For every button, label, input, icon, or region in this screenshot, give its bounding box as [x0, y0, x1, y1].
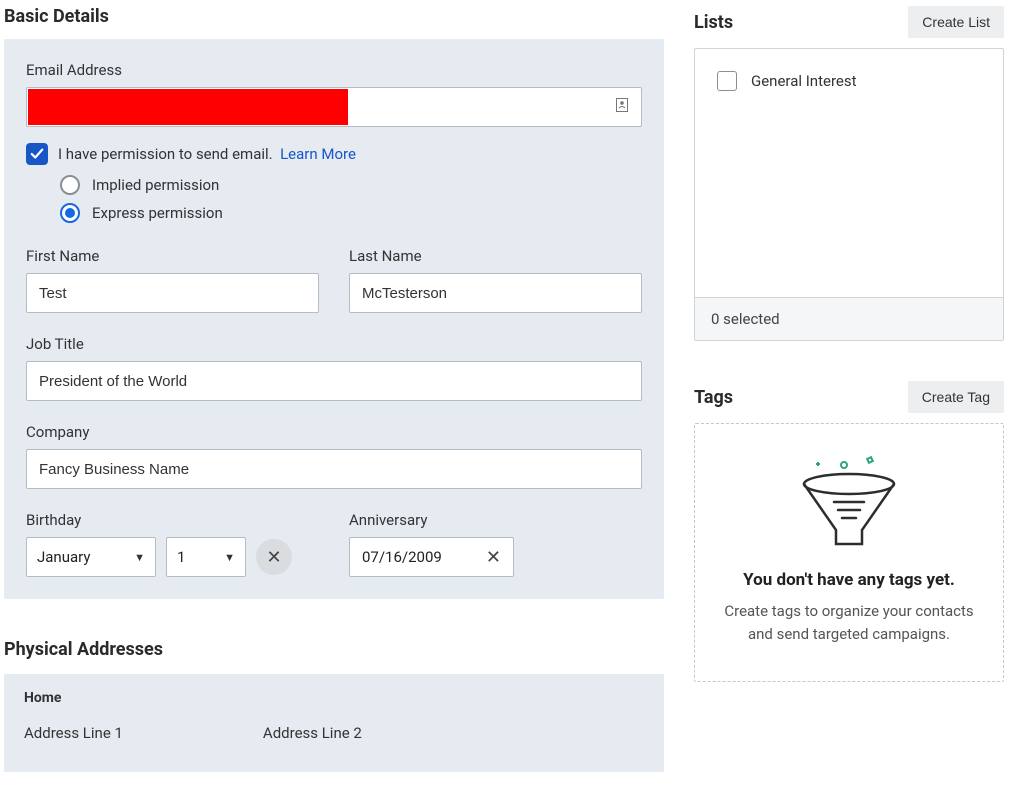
lists-selected-count: 0 selected: [695, 297, 1003, 340]
lists-title: Lists: [694, 12, 733, 33]
chevron-down-icon: ▼: [224, 551, 235, 564]
basic-details-panel: Email Address I have permission to send …: [4, 39, 664, 599]
email-input[interactable]: [26, 87, 642, 127]
chevron-down-icon: ▼: [134, 551, 145, 564]
job-title-input[interactable]: [26, 361, 642, 401]
address-line-1-label: Address Line 1: [24, 724, 123, 742]
implied-permission-radio[interactable]: [60, 175, 80, 195]
company-label: Company: [26, 423, 642, 441]
learn-more-link[interactable]: Learn More: [280, 145, 356, 163]
funnel-icon: [794, 452, 904, 552]
physical-addresses-title: Physical Addresses: [4, 639, 664, 660]
create-list-button[interactable]: Create List: [908, 6, 1004, 38]
lists-box: General Interest 0 selected: [694, 48, 1004, 341]
contact-card-icon: [616, 98, 628, 116]
basic-details-title: Basic Details: [4, 6, 664, 27]
list-item-checkbox[interactable]: [717, 71, 737, 91]
physical-addresses-panel: Home Address Line 1 Address Line 2: [4, 674, 664, 772]
anniversary-label: Anniversary: [349, 511, 642, 529]
last-name-input[interactable]: [349, 273, 642, 313]
home-address-label: Home: [24, 690, 644, 706]
birthday-label: Birthday: [26, 511, 319, 529]
express-permission-label: Express permission: [92, 204, 223, 222]
first-name-label: First Name: [26, 247, 319, 265]
clear-anniversary-icon[interactable]: ✕: [486, 547, 501, 568]
tags-empty-title: You don't have any tags yet.: [721, 570, 977, 590]
list-item[interactable]: General Interest: [717, 71, 981, 91]
email-label: Email Address: [26, 61, 642, 79]
clear-birthday-button[interactable]: ✕: [256, 539, 292, 575]
create-tag-button[interactable]: Create Tag: [908, 381, 1004, 413]
express-permission-radio[interactable]: [60, 203, 80, 223]
address-line-2-label: Address Line 2: [263, 724, 362, 742]
job-title-label: Job Title: [26, 335, 642, 353]
last-name-label: Last Name: [349, 247, 642, 265]
implied-permission-label: Implied permission: [92, 176, 219, 194]
list-item-label: General Interest: [751, 72, 857, 90]
company-input[interactable]: [26, 449, 642, 489]
anniversary-input[interactable]: 07/16/2009 ✕: [349, 537, 514, 577]
first-name-input[interactable]: [26, 273, 319, 313]
permission-checkbox[interactable]: [26, 143, 48, 165]
birthday-day-select[interactable]: 1 ▼: [166, 537, 246, 577]
permission-text: I have permission to send email. Learn M…: [58, 145, 356, 163]
close-icon: ✕: [266, 547, 281, 568]
tags-title: Tags: [694, 387, 733, 408]
tags-empty-state: You don't have any tags yet. Create tags…: [694, 423, 1004, 682]
birthday-month-select[interactable]: January ▼: [26, 537, 156, 577]
tags-empty-description: Create tags to organize your contacts an…: [721, 600, 977, 645]
